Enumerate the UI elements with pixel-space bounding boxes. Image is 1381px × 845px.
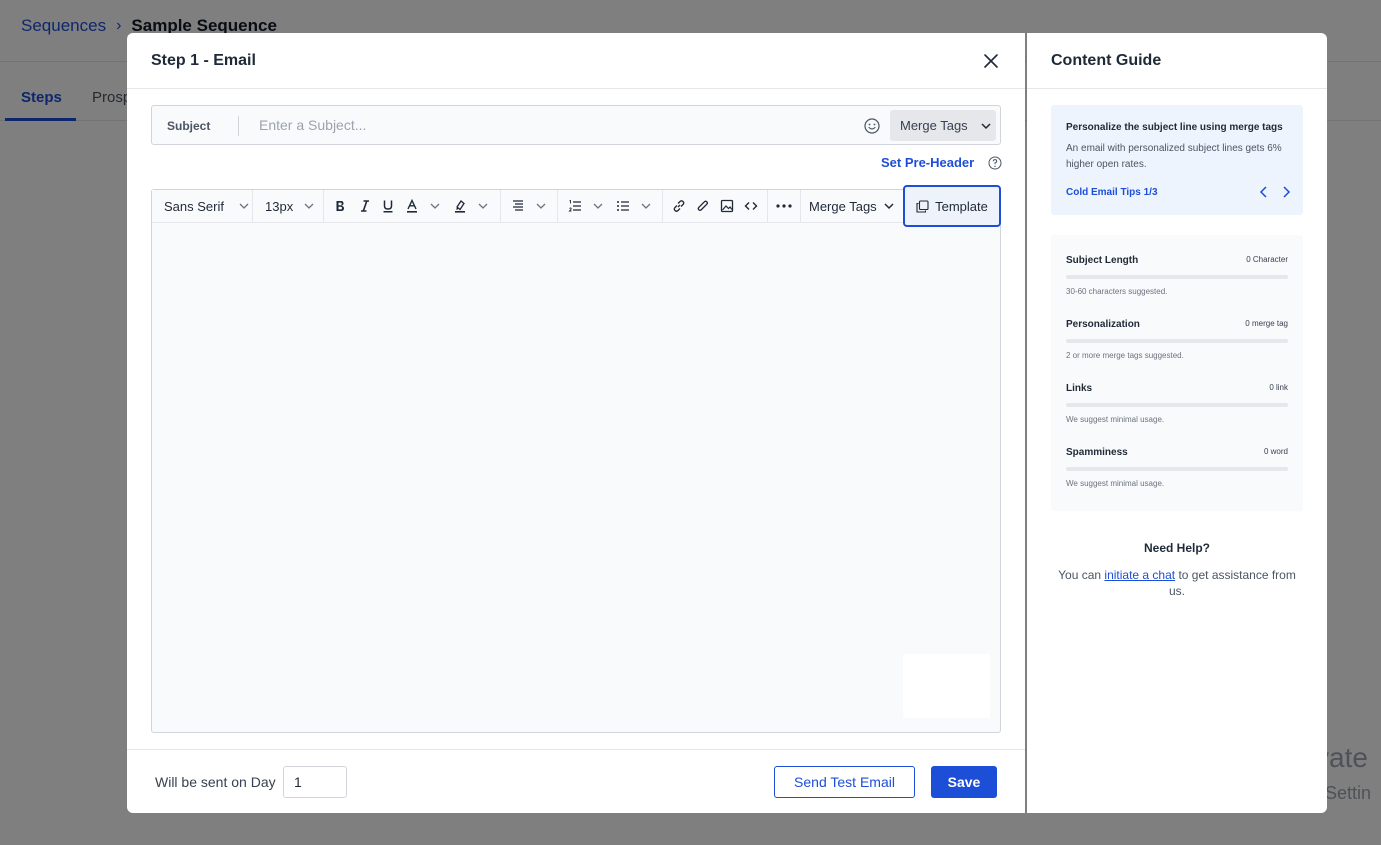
modal-footer: Will be sent on Day Send Test Email Save <box>127 749 1025 813</box>
email-editor: Sans Serif 13px Merge Tags Template <box>151 185 1001 733</box>
ordered-list-icon <box>568 199 581 212</box>
chevron-down-icon <box>536 203 546 209</box>
text-color-picker[interactable] <box>405 190 441 222</box>
subject-row: Subject Merge Tags <box>151 105 1001 145</box>
align-right-icon <box>513 200 523 211</box>
subject-label: Subject <box>167 119 211 133</box>
editor-toolbar: Sans Serif 13px Merge Tags Template <box>152 185 1001 227</box>
save-button[interactable]: Save <box>931 766 997 798</box>
tip-card: Personalize the subject line using merge… <box>1051 105 1303 215</box>
chevron-down-icon <box>430 203 440 209</box>
chevron-down-icon <box>641 203 651 209</box>
text-color-icon <box>407 199 417 213</box>
help-section: Need Help? You can initiate a chat to ge… <box>1051 541 1303 599</box>
bullet-list-icon <box>617 201 629 211</box>
code-icon[interactable] <box>744 190 758 222</box>
toolbar-divider <box>662 190 663 222</box>
font-size-value: 13px <box>265 198 294 214</box>
bullet-list-select[interactable] <box>616 190 652 222</box>
metric-name: Spamminess <box>1066 447 1128 458</box>
initiate-chat-link[interactable]: initiate a chat <box>1104 568 1175 582</box>
editor-body[interactable] <box>152 223 1000 732</box>
attachment-icon[interactable] <box>696 190 710 222</box>
chevron-down-icon <box>884 203 894 210</box>
metric-progress-bar <box>1066 275 1288 279</box>
italic-icon[interactable] <box>358 190 372 222</box>
highlight-icon <box>455 200 465 213</box>
metric-progress-bar <box>1066 403 1288 407</box>
subject-merge-tags-label: Merge Tags <box>900 118 968 133</box>
metric-hint: We suggest minimal usage. <box>1066 479 1165 488</box>
subject-divider <box>238 116 239 136</box>
cold-email-tips-link[interactable]: Cold Email Tips 1/3 <box>1066 187 1158 198</box>
day-input[interactable] <box>283 766 347 798</box>
chevron-down-icon <box>593 203 603 209</box>
font-size-select[interactable]: 13px <box>265 190 315 222</box>
set-preheader-link[interactable]: Set Pre-Header <box>881 155 974 170</box>
help-text: You can initiate a chat to get assistanc… <box>1051 567 1303 599</box>
chevron-down-icon <box>239 203 249 209</box>
metric-value: 0 merge tag <box>1245 319 1288 328</box>
editor-corner-panel <box>903 654 990 718</box>
subject-input[interactable] <box>249 112 849 138</box>
font-family-select[interactable]: Sans Serif <box>164 190 250 222</box>
font-family-value: Sans Serif <box>164 198 224 214</box>
modal-title: Step 1 - Email <box>151 52 256 69</box>
image-icon[interactable] <box>720 190 734 222</box>
email-step-modal: Step 1 - Email Subject Merge Tags Set Pr… <box>127 33 1025 813</box>
metric-value: 0 Character <box>1246 255 1288 264</box>
guide-header: Content Guide <box>1027 33 1327 89</box>
body-merge-tags-label: Merge Tags <box>809 198 877 214</box>
metric-name: Subject Length <box>1066 255 1139 266</box>
help-circle-icon[interactable] <box>988 156 1002 170</box>
chevron-down-icon <box>304 203 314 209</box>
chevron-right-icon[interactable] <box>1280 185 1292 199</box>
help-title: Need Help? <box>1143 541 1210 555</box>
chevron-down-icon <box>478 203 488 209</box>
guide-title: Content Guide <box>1051 52 1162 69</box>
bold-icon[interactable] <box>333 190 347 222</box>
day-label: Will be sent on Day <box>155 774 276 790</box>
toolbar-divider <box>767 190 768 222</box>
metric-value: 0 word <box>1263 447 1288 456</box>
chevron-down-icon <box>981 122 991 129</box>
content-guide-panel: Content Guide Personalize the subject li… <box>1027 33 1327 813</box>
help-text-after: to get assistance from us. <box>1168 568 1296 598</box>
align-select[interactable] <box>511 190 547 222</box>
subject-merge-tags-dropdown[interactable]: Merge Tags <box>890 110 996 141</box>
toolbar-divider <box>323 190 324 222</box>
more-options-icon[interactable] <box>775 190 793 222</box>
tip-title: Personalize the subject line using merge… <box>1066 122 1283 133</box>
toolbar-divider <box>500 190 501 222</box>
copy-icon <box>916 199 929 213</box>
modal-header: Step 1 - Email <box>127 33 1025 89</box>
send-test-email-button[interactable]: Send Test Email <box>774 766 915 798</box>
highlight-color-picker[interactable] <box>453 190 489 222</box>
close-icon[interactable] <box>981 51 1001 71</box>
metric-value: 0 link <box>1269 383 1288 392</box>
toolbar-divider <box>252 190 253 222</box>
tip-text: An email with personalized subject lines… <box>1066 143 1282 170</box>
metrics-card: Subject Length 0 Character 30-60 charact… <box>1051 235 1303 511</box>
template-button[interactable]: Template <box>903 185 1001 227</box>
metric-name: Links <box>1066 383 1093 394</box>
template-button-label: Template <box>935 198 988 214</box>
toolbar-divider <box>800 190 801 222</box>
metric-name: Personalization <box>1066 319 1140 330</box>
metric-hint: 2 or more merge tags suggested. <box>1066 351 1184 360</box>
metric-hint: We suggest minimal usage. <box>1066 415 1165 424</box>
ordered-list-select[interactable] <box>568 190 604 222</box>
toolbar-divider <box>557 190 558 222</box>
metric-progress-bar <box>1066 339 1288 343</box>
metric-progress-bar <box>1066 467 1288 471</box>
chevron-left-icon[interactable] <box>1258 185 1270 199</box>
underline-icon[interactable] <box>381 190 395 222</box>
tip-navigation <box>1258 185 1292 199</box>
preheader-row: Set Pre-Header <box>881 155 1002 170</box>
help-text-before: You can <box>1058 568 1105 582</box>
metric-hint: 30-60 characters suggested. <box>1066 287 1168 296</box>
body-merge-tags-dropdown[interactable]: Merge Tags <box>809 190 895 222</box>
link-icon[interactable] <box>672 190 686 222</box>
emoji-icon[interactable] <box>863 117 881 135</box>
